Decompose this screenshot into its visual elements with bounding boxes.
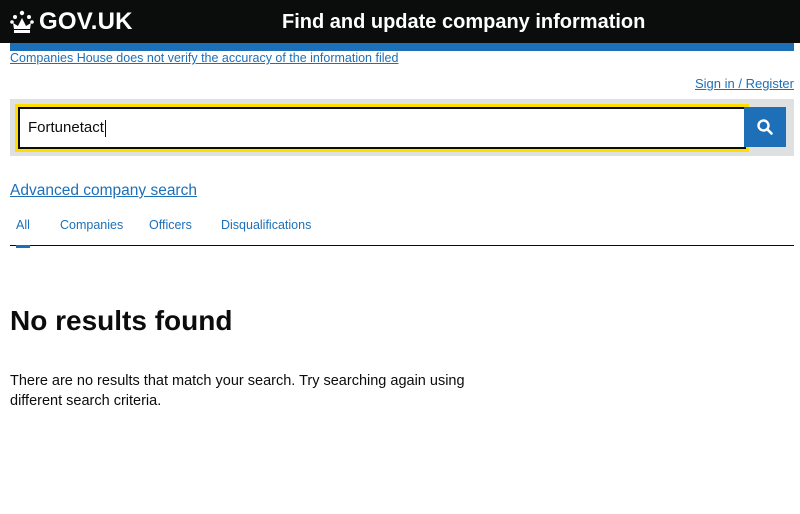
- results-tabs: All Companies Officers Disqualifications: [10, 212, 794, 248]
- advanced-company-search-link[interactable]: Advanced company search: [10, 182, 197, 200]
- site-header: GOV.UK Find and update company informati…: [0, 0, 800, 43]
- tab-disqualifications[interactable]: Disqualifications: [221, 218, 311, 245]
- no-results-message: There are no results that match your sea…: [10, 373, 465, 409]
- header-accent-bar: [10, 43, 794, 51]
- no-results-heading: No results found: [10, 305, 233, 336]
- service-name-link[interactable]: Find and update company information: [282, 11, 645, 34]
- sign-in-register-link[interactable]: Sign in / Register: [695, 76, 794, 91]
- tab-officers[interactable]: Officers: [149, 218, 192, 245]
- tab-all[interactable]: All: [16, 218, 30, 248]
- govuk-logo-link[interactable]: GOV.UK: [9, 8, 133, 36]
- disclaimer-link[interactable]: Companies House does not verify the accu…: [10, 51, 398, 65]
- search-panel: Fortunetact: [10, 99, 794, 156]
- search-icon: [757, 119, 773, 135]
- search-input-value: Fortunetact: [28, 119, 104, 136]
- logo-text: GOV.UK: [39, 8, 133, 35]
- search-input[interactable]: Fortunetact: [15, 104, 749, 152]
- tab-companies[interactable]: Companies: [60, 218, 123, 245]
- crown-icon: [10, 10, 34, 33]
- search-button[interactable]: [744, 107, 786, 147]
- text-caret: [104, 119, 106, 137]
